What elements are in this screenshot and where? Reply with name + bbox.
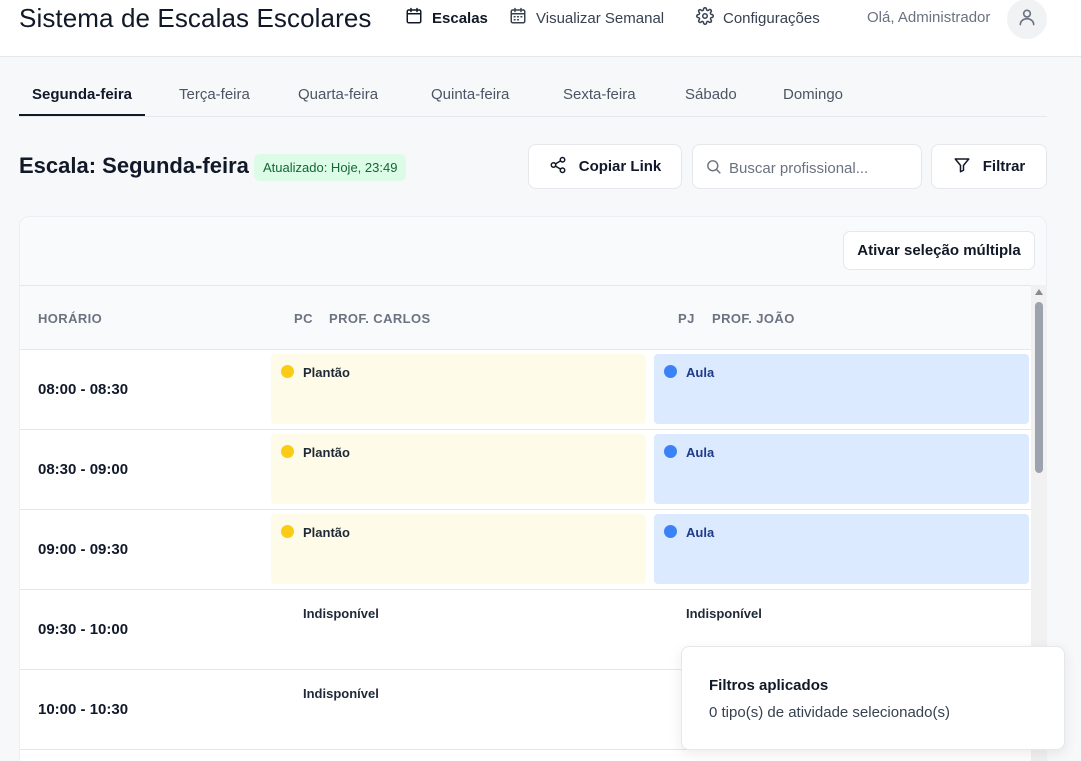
- time-slot-label: 09:30 - 10:00: [38, 621, 129, 638]
- calendar-icon: [405, 7, 423, 29]
- status-badge: Atualizado: Hoje, 23:49: [254, 154, 407, 181]
- status-dot: [281, 365, 294, 378]
- copy-link-label: Copiar Link: [578, 158, 662, 175]
- professional-name: PROF. JOÃO: [712, 311, 795, 326]
- app-title: Sistema de Escalas Escolares: [19, 3, 372, 33]
- schedule-slot-plantao[interactable]: Plantão: [271, 434, 646, 504]
- multi-select-button[interactable]: Ativar seleção múltipla: [843, 231, 1035, 270]
- professional-name: PROF. CARLOS: [329, 311, 431, 326]
- status-dot: [664, 445, 677, 458]
- filter-label: Filtrar: [982, 158, 1026, 175]
- tab-domingo[interactable]: Domingo: [770, 76, 856, 116]
- tab-segunda-feira[interactable]: Segunda-feira: [19, 76, 146, 116]
- status-dot: [664, 365, 677, 378]
- toast-title: Filtros aplicados: [709, 677, 829, 694]
- search-field[interactable]: [692, 144, 922, 189]
- nav-visualizar-semanal-label: Visualizar Semanal: [536, 9, 665, 27]
- schedule-slot-plantao[interactable]: Plantão: [271, 354, 646, 424]
- tab-sabado[interactable]: Sábado: [672, 76, 750, 116]
- status-dot: [664, 525, 677, 538]
- copy-link-button[interactable]: Copiar Link: [528, 144, 682, 189]
- schedule-slot-aula[interactable]: Aula: [654, 434, 1029, 504]
- unavailable-slot[interactable]: Indisponível: [303, 606, 379, 621]
- status-dot: [281, 525, 294, 538]
- slot-label: Aula: [686, 525, 715, 540]
- tab-terca-feira[interactable]: Terça-feira: [166, 76, 263, 116]
- table-row: 09:00 - 09:30 Plantão Aula: [20, 510, 1032, 590]
- nav-visualizar-semanal[interactable]: Visualizar Semanal: [509, 7, 665, 29]
- slot-label: Plantão: [303, 525, 350, 540]
- unavailable-slot[interactable]: Indisponível: [686, 606, 762, 621]
- professional-initials: PC: [294, 311, 313, 326]
- unavailable-slot[interactable]: Indisponível: [303, 686, 379, 701]
- schedule-slot-aula[interactable]: Aula: [654, 354, 1029, 424]
- share-icon: [549, 156, 567, 178]
- nav-escalas[interactable]: Escalas: [405, 7, 488, 29]
- nav-configuracoes[interactable]: Configurações: [696, 7, 820, 29]
- filter-toast: Filtros aplicados 0 tipo(s) de atividade…: [681, 646, 1065, 750]
- day-tabs: Segunda-feira Terça-feira Quarta-feira Q…: [19, 76, 1047, 117]
- schedule-slot-plantao[interactable]: Plantão: [271, 514, 646, 584]
- slot-label: Aula: [686, 365, 715, 380]
- top-bar: Sistema de Escalas Escolares Escalas Vis…: [0, 0, 1081, 57]
- slot-label: Plantão: [303, 445, 350, 460]
- slot-label: Aula: [686, 445, 715, 460]
- user-greeting: Olá, Administrador: [867, 9, 991, 26]
- time-slot-label: 08:30 - 09:00: [38, 461, 129, 478]
- avatar[interactable]: [1007, 0, 1047, 39]
- schedule-slot-aula[interactable]: Aula: [654, 514, 1029, 584]
- table-row: 08:30 - 09:00 Plantão Aula: [20, 430, 1032, 510]
- tab-quinta-feira[interactable]: Quinta-feira: [418, 76, 522, 116]
- slot-label: Plantão: [303, 365, 350, 380]
- toast-message: 0 tipo(s) de atividade selecionado(s): [709, 704, 950, 721]
- time-column-header: HORÁRIO: [38, 311, 103, 326]
- filter-icon: [953, 156, 971, 178]
- table-row: 08:00 - 08:30 Plantão Aula: [20, 350, 1032, 430]
- time-slot-label: 08:00 - 08:30: [38, 381, 129, 398]
- table-header: HORÁRIO PC PROF. CARLOS PJ PROF. JOÃO: [20, 286, 1046, 350]
- scrollbar-thumb[interactable]: [1035, 302, 1043, 473]
- time-slot-label: 10:00 - 10:30: [38, 701, 129, 718]
- nav-escalas-label: Escalas: [432, 9, 488, 27]
- time-slot-label: 09:00 - 09:30: [38, 541, 129, 558]
- panel-toolbar: Ativar seleção múltipla: [20, 217, 1046, 286]
- gear-icon: [696, 7, 714, 29]
- nav-configuracoes-label: Configurações: [723, 9, 820, 27]
- tab-sexta-feira[interactable]: Sexta-feira: [550, 76, 649, 116]
- filter-button[interactable]: Filtrar: [931, 144, 1047, 189]
- professional-initials: PJ: [678, 311, 695, 326]
- calendar-week-icon: [509, 7, 527, 29]
- search-input[interactable]: [729, 156, 914, 180]
- status-dot: [281, 445, 294, 458]
- page-title: Escala: Segunda-feira: [19, 153, 249, 178]
- scroll-up-arrow-icon[interactable]: [1035, 289, 1043, 295]
- tab-quarta-feira[interactable]: Quarta-feira: [285, 76, 391, 116]
- user-icon: [1017, 7, 1037, 32]
